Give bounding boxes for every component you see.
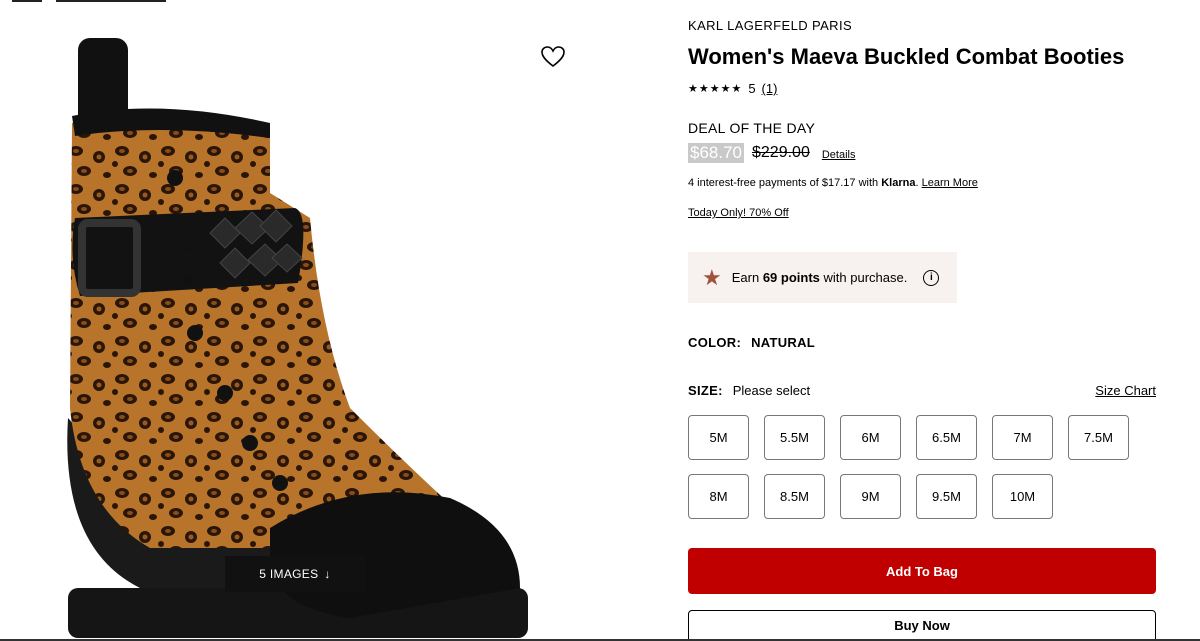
color-row: COLOR: NATURAL	[688, 335, 815, 350]
size-option[interactable]: 9M	[840, 474, 901, 519]
size-row: SIZE: Please select Size Chart	[688, 383, 1156, 398]
original-price: $229.00	[752, 144, 810, 161]
buy-now-button[interactable]: Buy Now	[688, 610, 1156, 641]
size-chart-link[interactable]: Size Chart	[1095, 383, 1156, 398]
rating-value: 5	[748, 81, 756, 96]
nav-underline	[56, 0, 166, 2]
size-option[interactable]: 7M	[992, 415, 1053, 460]
product-title: Women's Maeva Buckled Combat Booties	[688, 44, 1125, 69]
size-option[interactable]: 8.5M	[764, 474, 825, 519]
price-row: $68.70 $229.00 Details	[688, 143, 855, 163]
color-label: COLOR:	[688, 335, 742, 350]
size-option[interactable]: 8M	[688, 474, 749, 519]
favorite-heart-icon[interactable]	[539, 44, 567, 72]
color-value: NATURAL	[751, 335, 816, 350]
rating-stars-icon: ★★★★★	[688, 83, 743, 95]
size-option[interactable]: 5M	[688, 415, 749, 460]
deal-label: DEAL OF THE DAY	[688, 120, 816, 136]
size-option[interactable]: 7.5M	[1068, 415, 1129, 460]
size-options: 5M 5.5M 6M 6.5M 7M 7.5M 8M 8.5M 9M 9.5M …	[688, 415, 1158, 519]
review-count-link[interactable]: (1)	[762, 81, 778, 96]
points-banner: ★ Earn 69 points with purchase. i	[688, 252, 957, 303]
info-icon[interactable]: i	[923, 269, 940, 286]
product-image[interactable]	[20, 28, 580, 641]
product-image-panel: 5 IMAGES ↓	[0, 8, 590, 641]
size-option[interactable]: 6M	[840, 415, 901, 460]
arrow-down-icon: ↓	[324, 567, 331, 581]
points-text: Earn 69 points with purchase.	[731, 270, 908, 285]
details-link[interactable]: Details	[822, 149, 856, 161]
size-label: SIZE:	[688, 383, 723, 398]
size-option[interactable]: 10M	[992, 474, 1053, 519]
nav-underline	[12, 0, 42, 2]
promo-link[interactable]: Today Only! 70% Off	[688, 207, 789, 219]
size-option[interactable]: 6.5M	[916, 415, 977, 460]
add-to-bag-button[interactable]: Add To Bag	[688, 548, 1156, 594]
view-images-button[interactable]: 5 IMAGES ↓	[225, 556, 365, 592]
klarna-text: 4 interest-free payments of $17.17 with	[688, 177, 882, 189]
size-value: Please select	[732, 383, 811, 398]
rating-row: ★★★★★ 5 (1)	[688, 81, 777, 96]
brand-name[interactable]: KARL LAGERFELD PARIS	[688, 18, 852, 33]
size-option[interactable]: 5.5M	[764, 415, 825, 460]
klarna-learn-more-link[interactable]: Learn More	[922, 177, 978, 189]
star-icon: ★	[702, 264, 722, 290]
images-button-label: 5 IMAGES	[259, 567, 319, 581]
sale-price: $68.70	[688, 143, 744, 163]
points-value: 69 points	[762, 270, 820, 285]
size-option[interactable]: 9.5M	[916, 474, 977, 519]
klarna-logo: Klarna	[881, 177, 916, 189]
klarna-info: 4 interest-free payments of $17.17 with …	[688, 177, 978, 189]
